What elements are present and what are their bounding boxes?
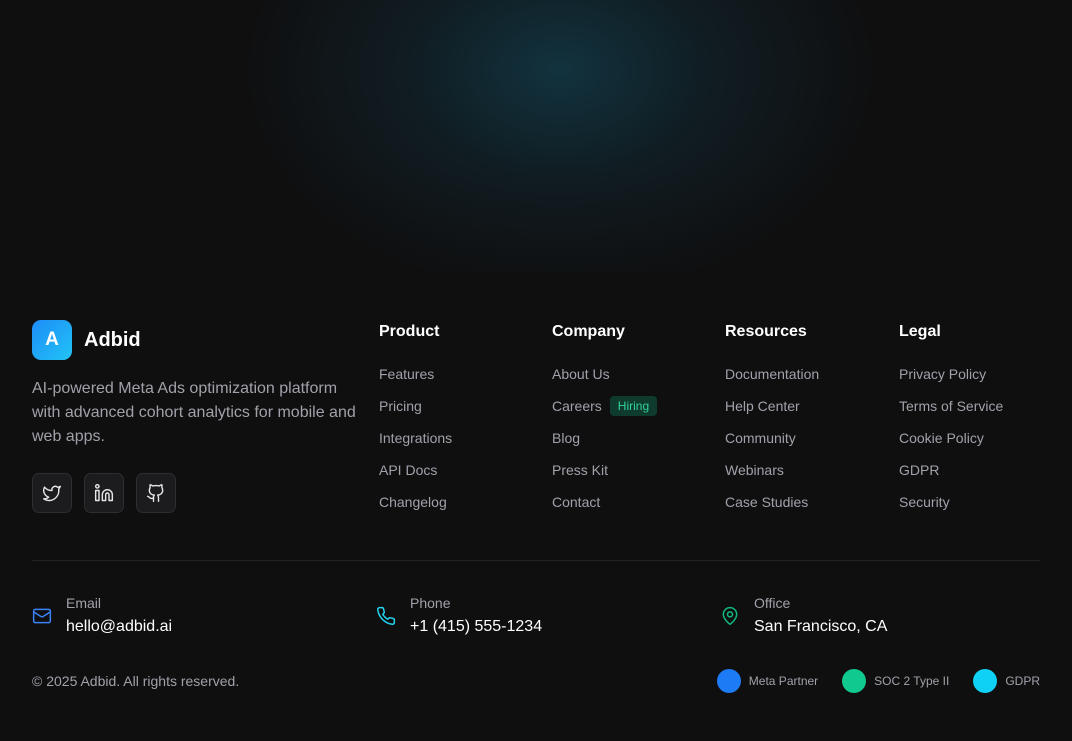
column-title-resources: Resources [725,323,807,340]
footer-column-company: Company About Us Careers Hiring Blog Pre… [552,320,658,518]
copyright-text: © 2025 Adbid. All rights reserved. [32,673,240,689]
linkedin-icon [94,483,114,502]
brand-block: A Adbid AI-powered Meta Ads optimization… [32,320,1040,513]
link-features[interactable]: Features [379,358,452,390]
link-careers-row: Careers Hiring [552,390,658,422]
link-careers[interactable]: Careers [552,398,602,414]
link-integrations[interactable]: Integrations [379,422,452,454]
contact-office-value: San Francisco, CA [754,618,888,635]
link-contact[interactable]: Contact [552,486,657,518]
link-community[interactable]: Community [725,422,819,454]
link-webinars[interactable]: Webinars [725,454,819,486]
contact-office-label: Office [754,595,791,611]
cert-gdpr: GDPR [973,669,1040,693]
footer-top: A Adbid AI-powered Meta Ads optimization… [32,320,1040,513]
certification-badges: Meta Partner SOC 2 Type II GDPR [716,669,1040,693]
link-pricing[interactable]: Pricing [379,390,452,422]
link-api-docs[interactable]: API Docs [379,454,452,486]
hero-glow-fade [0,0,1072,272]
twitter-link[interactable] [32,473,72,513]
contact-phone-value[interactable]: +1 (415) 555-1234 [410,617,542,637]
hiring-badge: Hiring [609,396,658,416]
link-help-center[interactable]: Help Center [725,390,819,422]
soc2-icon [842,669,867,693]
contact-email-label: Email [66,595,102,611]
cert-label: Meta Partner [748,674,819,688]
contact-office: Office San Francisco, CA [720,595,887,637]
meta-partner-icon [716,669,741,693]
column-title-legal: Legal [899,323,941,340]
github-link[interactable] [136,473,176,513]
column-title-company: Company [552,323,625,340]
cert-label: SOC 2 Type II [874,674,950,688]
map-pin-icon [722,606,738,626]
footer-column-product: Product Features Pricing Integrations AP… [379,320,452,518]
link-about-us[interactable]: About Us [552,358,657,390]
footer-divider [32,560,1040,561]
link-case-studies[interactable]: Case Studies [725,486,819,518]
column-title-product: Product [379,323,440,340]
social-links [32,473,1040,513]
brand-row[interactable]: A Adbid [32,320,1040,360]
linkedin-link[interactable] [84,473,124,513]
brand-name: Adbid [84,328,141,351]
contact-email[interactable]: Email hello@adbid.ai [32,595,172,637]
link-terms-of-service[interactable]: Terms of Service [899,390,1003,422]
gdpr-icon [973,669,998,693]
twitter-icon [42,485,62,502]
contact-phone[interactable]: Phone +1 (415) 555-1234 [376,595,542,637]
footer-column-legal: Legal Privacy Policy Terms of Service Co… [899,320,1003,518]
phone-icon [377,606,396,626]
github-icon [146,483,164,503]
link-gdpr[interactable]: GDPR [899,454,1003,486]
cert-label: GDPR [1005,674,1040,688]
link-changelog[interactable]: Changelog [379,486,452,518]
link-cookie-policy[interactable]: Cookie Policy [899,422,1003,454]
cert-meta-partner: Meta Partner [716,669,819,693]
contact-phone-label: Phone [410,595,451,611]
contact-email-value[interactable]: hello@adbid.ai [66,617,172,637]
cert-soc2: SOC 2 Type II [842,669,949,693]
link-blog[interactable]: Blog [552,422,657,454]
link-security[interactable]: Security [899,486,1003,518]
brand-tagline: AI-powered Meta Ads optimization platfor… [32,380,356,445]
link-privacy-policy[interactable]: Privacy Policy [899,358,1003,390]
footer-column-resources: Resources Documentation Help Center Comm… [725,320,819,518]
link-press-kit[interactable]: Press Kit [552,454,657,486]
link-documentation[interactable]: Documentation [725,358,819,390]
logo-icon: A [32,320,72,360]
mail-icon [32,608,52,624]
